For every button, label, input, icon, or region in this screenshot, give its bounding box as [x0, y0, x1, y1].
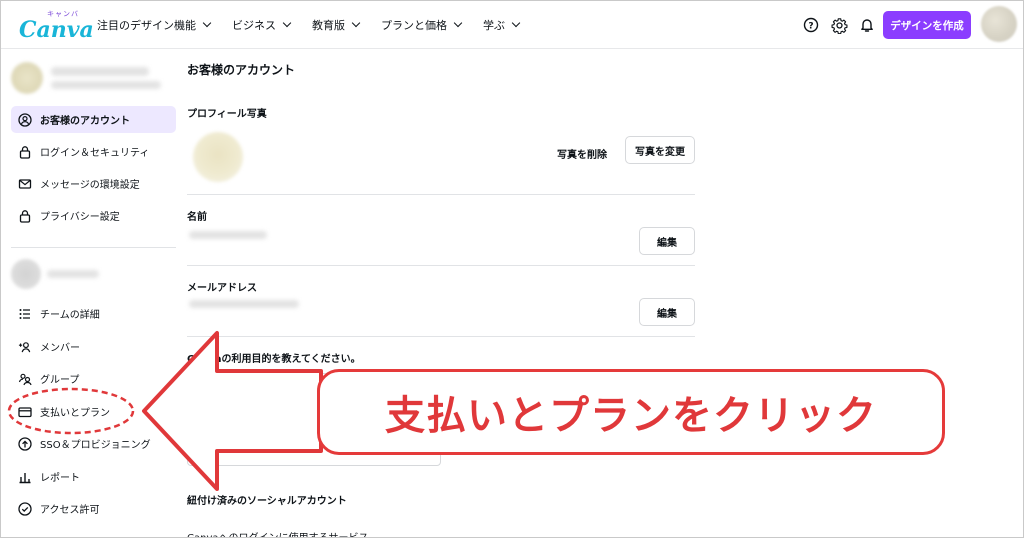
nav-pricing[interactable]: プランと価格: [381, 17, 463, 33]
svg-text:?: ?: [808, 21, 813, 31]
sidebar-item-label: ログイン＆セキュリティ: [40, 148, 150, 159]
credit-card-icon: [18, 405, 32, 419]
section-divider: [187, 336, 695, 337]
account-settings-main: お客様のアカウント プロフィール写真 写真を削除 写真を変更 名前 編集 メール…: [187, 50, 707, 537]
sidebar-item-label: メンバー: [40, 343, 80, 354]
user-avatar[interactable]: [981, 6, 1017, 42]
notification-bell-icon[interactable]: [857, 15, 877, 35]
chevron-down-icon: [282, 18, 292, 28]
user-circle-icon: [18, 112, 32, 127]
nav-pricing-label: プランと価格: [381, 19, 447, 32]
lock-icon: [18, 209, 32, 223]
main-nav: 注目のデザイン機能 ビジネス 教育版 プランと価格 学ぶ: [97, 1, 541, 49]
sidebar-item-label: SSO＆プロビジョニング: [40, 440, 151, 451]
team-avatar: [11, 259, 41, 289]
sidebar-divider: [11, 247, 176, 248]
help-icon[interactable]: ?: [801, 15, 821, 35]
sidebar-item-billing-plans[interactable]: 支払いとプラン: [11, 398, 176, 425]
blurred-email: [51, 81, 161, 89]
sidebar-item-login-security[interactable]: ログイン＆セキュリティ: [11, 138, 176, 165]
canva-logo[interactable]: キャンバ Canva: [17, 9, 94, 43]
sidebar-item-sso-provisioning[interactable]: SSO＆プロビジョニング: [11, 430, 176, 457]
header-icons: ?: [801, 15, 885, 35]
nav-business[interactable]: ビジネス: [232, 17, 292, 33]
create-design-button[interactable]: デザインを作成: [883, 11, 971, 39]
avatar: [11, 62, 43, 94]
lock-icon: [18, 145, 32, 159]
usage-purpose-select-2[interactable]: [187, 403, 441, 429]
change-photo-button[interactable]: 写真を変更: [625, 136, 695, 164]
sidebar-item-members[interactable]: メンバー: [11, 333, 176, 360]
check-circle-icon: [18, 501, 32, 516]
settings-sidebar: お客様のアカウント ログイン＆セキュリティ メッセージの環境設定 プライバシー設…: [1, 50, 183, 537]
sidebar-item-label: 支払いとプラン: [40, 408, 110, 419]
sidebar-item-label: メッセージの環境設定: [40, 180, 140, 191]
sidebar-item-label: お客様のアカウント: [40, 116, 130, 127]
blurred-team-name: [47, 270, 99, 278]
blurred-name-value: [189, 231, 267, 239]
usage-purpose-label: Canvaの利用目的を教えてください。: [187, 354, 361, 365]
sidebar-item-privacy[interactable]: プライバシー設定: [11, 202, 176, 229]
delete-photo-button[interactable]: 写真を削除: [557, 146, 607, 161]
cloud-upload-icon: [18, 436, 32, 451]
profile-photo-label: プロフィール写真: [187, 109, 267, 120]
usage-purpose-select-3[interactable]: [187, 438, 441, 466]
nav-featured-label: 注目のデザイン機能: [97, 19, 196, 32]
blurred-email-value: [189, 300, 299, 308]
sidebar-item-permissions[interactable]: アクセス許可: [11, 495, 176, 522]
chevron-down-icon: [511, 18, 521, 28]
sidebar-item-groups[interactable]: グループ: [11, 365, 176, 392]
mail-icon: [18, 177, 32, 191]
sidebar-item-reports[interactable]: レポート: [11, 463, 176, 490]
edit-email-button[interactable]: 編集: [639, 298, 695, 326]
name-label: 名前: [187, 212, 207, 223]
profile-photo: [193, 132, 243, 182]
sidebar-item-team-details[interactable]: チームの詳細: [11, 300, 176, 327]
add-people-icon: [18, 340, 32, 354]
nav-education[interactable]: 教育版: [312, 17, 361, 33]
nav-learn[interactable]: 学ぶ: [483, 17, 521, 33]
email-label: メールアドレス: [187, 283, 257, 294]
linked-social-subtitle: Canvaへのログインに使用するサービス: [187, 529, 369, 537]
linked-social-label: 紐付け済みのソーシャルアカウント: [187, 496, 347, 507]
section-divider: [187, 194, 695, 195]
nav-featured[interactable]: 注目のデザイン機能: [97, 17, 212, 33]
logo-wordmark: Canva: [19, 17, 94, 43]
nav-education-label: 教育版: [312, 19, 345, 32]
top-header: キャンバ Canva 注目のデザイン機能 ビジネス 教育版 プランと価格 学ぶ …: [1, 1, 1023, 49]
sidebar-item-label: アクセス許可: [40, 505, 100, 516]
group-icon: [18, 372, 32, 386]
nav-learn-label: 学ぶ: [483, 19, 505, 32]
sidebar-item-your-account[interactable]: お客様のアカウント: [11, 106, 176, 133]
sidebar-item-label: グループ: [40, 375, 80, 386]
edit-name-button[interactable]: 編集: [639, 227, 695, 255]
section-divider: [187, 265, 695, 266]
bar-chart-icon: [18, 470, 32, 484]
chevron-down-icon: [351, 18, 361, 28]
list-icon: [18, 307, 32, 321]
sidebar-item-label: レポート: [40, 473, 80, 484]
usage-purpose-select[interactable]: [187, 373, 441, 399]
nav-business-label: ビジネス: [232, 19, 276, 32]
screenshot-frame: キャンバ Canva 注目のデザイン機能 ビジネス 教育版 プランと価格 学ぶ …: [0, 0, 1024, 538]
chevron-down-icon: [453, 18, 463, 28]
profile-summary: [11, 62, 171, 98]
blurred-username: [51, 67, 149, 76]
sidebar-item-label: チームの詳細: [40, 310, 100, 321]
sidebar-item-label: プライバシー設定: [40, 212, 120, 223]
page-title: お客様のアカウント: [187, 63, 296, 77]
sidebar-item-message-preferences[interactable]: メッセージの環境設定: [11, 170, 176, 197]
settings-gear-icon[interactable]: [829, 15, 849, 35]
chevron-down-icon: [202, 18, 212, 28]
